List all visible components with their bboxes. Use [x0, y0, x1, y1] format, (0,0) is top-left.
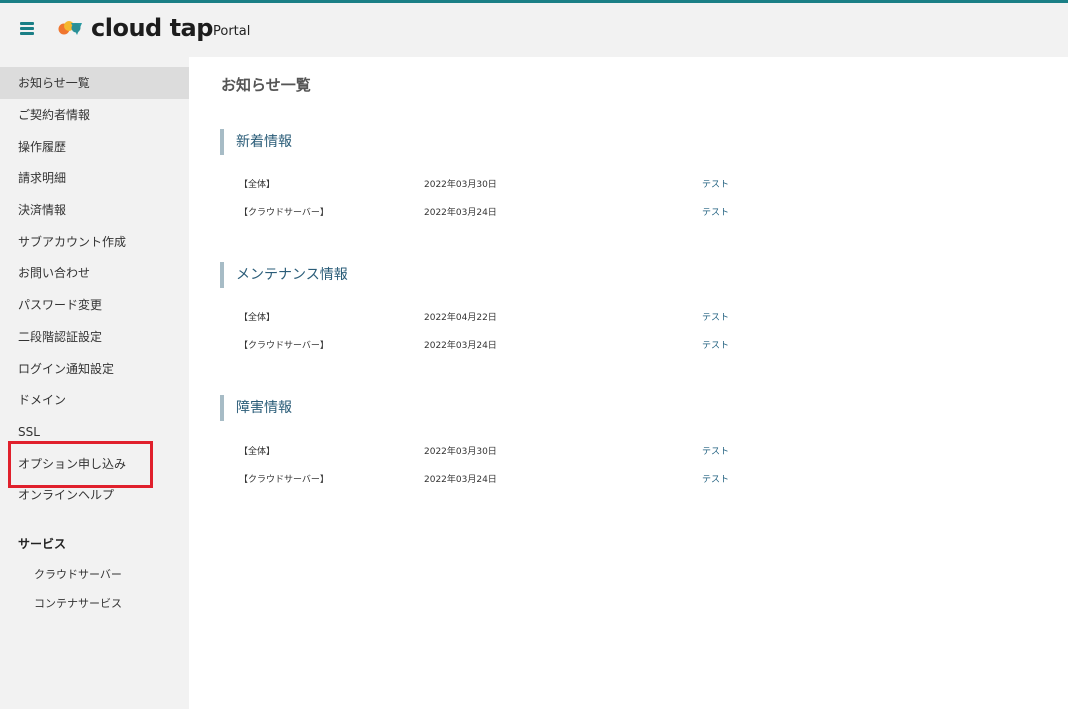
main-content: お知らせ一覧 新着情報 【全体】 2022年03月30日 テスト 【クラウドサー… — [189, 57, 1068, 709]
sidebar-item-operation-history[interactable]: 操作履歴 — [0, 131, 189, 163]
maintenance-row-date: 2022年03月24日 — [424, 341, 497, 351]
highlight-annotation-box — [8, 441, 153, 488]
incident-row-link[interactable]: テスト — [702, 444, 729, 457]
sidebar-item-billing-details[interactable]: 請求明細 — [0, 162, 189, 194]
sidebar: お知らせ一覧 ご契約者情報 操作履歴 請求明細 決済情報 サブアカウント作成 お… — [0, 57, 189, 709]
sidebar-item-payment-info[interactable]: 決済情報 — [0, 194, 189, 226]
maintenance-row-category: 【全体】 — [239, 313, 276, 323]
sidebar-item-change-password[interactable]: パスワード変更 — [0, 289, 189, 321]
news-row-date: 2022年03月30日 — [424, 180, 497, 190]
maintenance-row-date: 2022年04月22日 — [424, 313, 497, 323]
sidebar-item-two-factor[interactable]: 二段階認証設定 — [0, 321, 189, 353]
sidebar-item-contact[interactable]: お問い合わせ — [0, 257, 189, 289]
news-row-category: 【クラウドサーバー】 — [239, 208, 329, 218]
sidebar-item-login-notification[interactable]: ログイン通知設定 — [0, 353, 189, 385]
incident-row-category: 【全体】 — [239, 447, 276, 457]
news-row-link[interactable]: テスト — [702, 177, 729, 190]
sidebar-item-container-service[interactable]: コンテナサービス — [34, 595, 122, 611]
sidebar-item-domain[interactable]: ドメイン — [0, 384, 189, 416]
maintenance-row-link[interactable]: テスト — [702, 310, 729, 323]
portal-label: Portal — [213, 24, 251, 39]
section-title-news: 新着情報 — [220, 129, 292, 155]
hamburger-icon[interactable] — [20, 21, 34, 35]
sidebar-item-cloud-server[interactable]: クラウドサーバー — [34, 566, 122, 582]
section-title-incidents: 障害情報 — [220, 395, 292, 421]
news-row-date: 2022年03月24日 — [424, 208, 497, 218]
page-title: お知らせ一覧 — [221, 76, 311, 94]
logo-mark-icon — [58, 21, 82, 35]
app-header: cloud tap Portal — [0, 3, 1068, 57]
news-row-link[interactable]: テスト — [702, 205, 729, 218]
incident-row-link[interactable]: テスト — [702, 472, 729, 485]
incident-row-date: 2022年03月24日 — [424, 475, 497, 485]
sidebar-item-create-subaccount[interactable]: サブアカウント作成 — [0, 226, 189, 258]
maintenance-row-category: 【クラウドサーバー】 — [239, 341, 329, 351]
section-title-maintenance: メンテナンス情報 — [220, 262, 348, 288]
news-row-category: 【全体】 — [239, 180, 276, 190]
logo-text: cloud tap — [91, 14, 213, 42]
incident-row-date: 2022年03月30日 — [424, 447, 497, 457]
sidebar-item-contract-info[interactable]: ご契約者情報 — [0, 99, 189, 131]
services-heading: サービス — [18, 537, 67, 551]
sidebar-item-notices[interactable]: お知らせ一覧 — [0, 67, 189, 99]
incident-row-category: 【クラウドサーバー】 — [239, 475, 329, 485]
maintenance-row-link[interactable]: テスト — [702, 338, 729, 351]
